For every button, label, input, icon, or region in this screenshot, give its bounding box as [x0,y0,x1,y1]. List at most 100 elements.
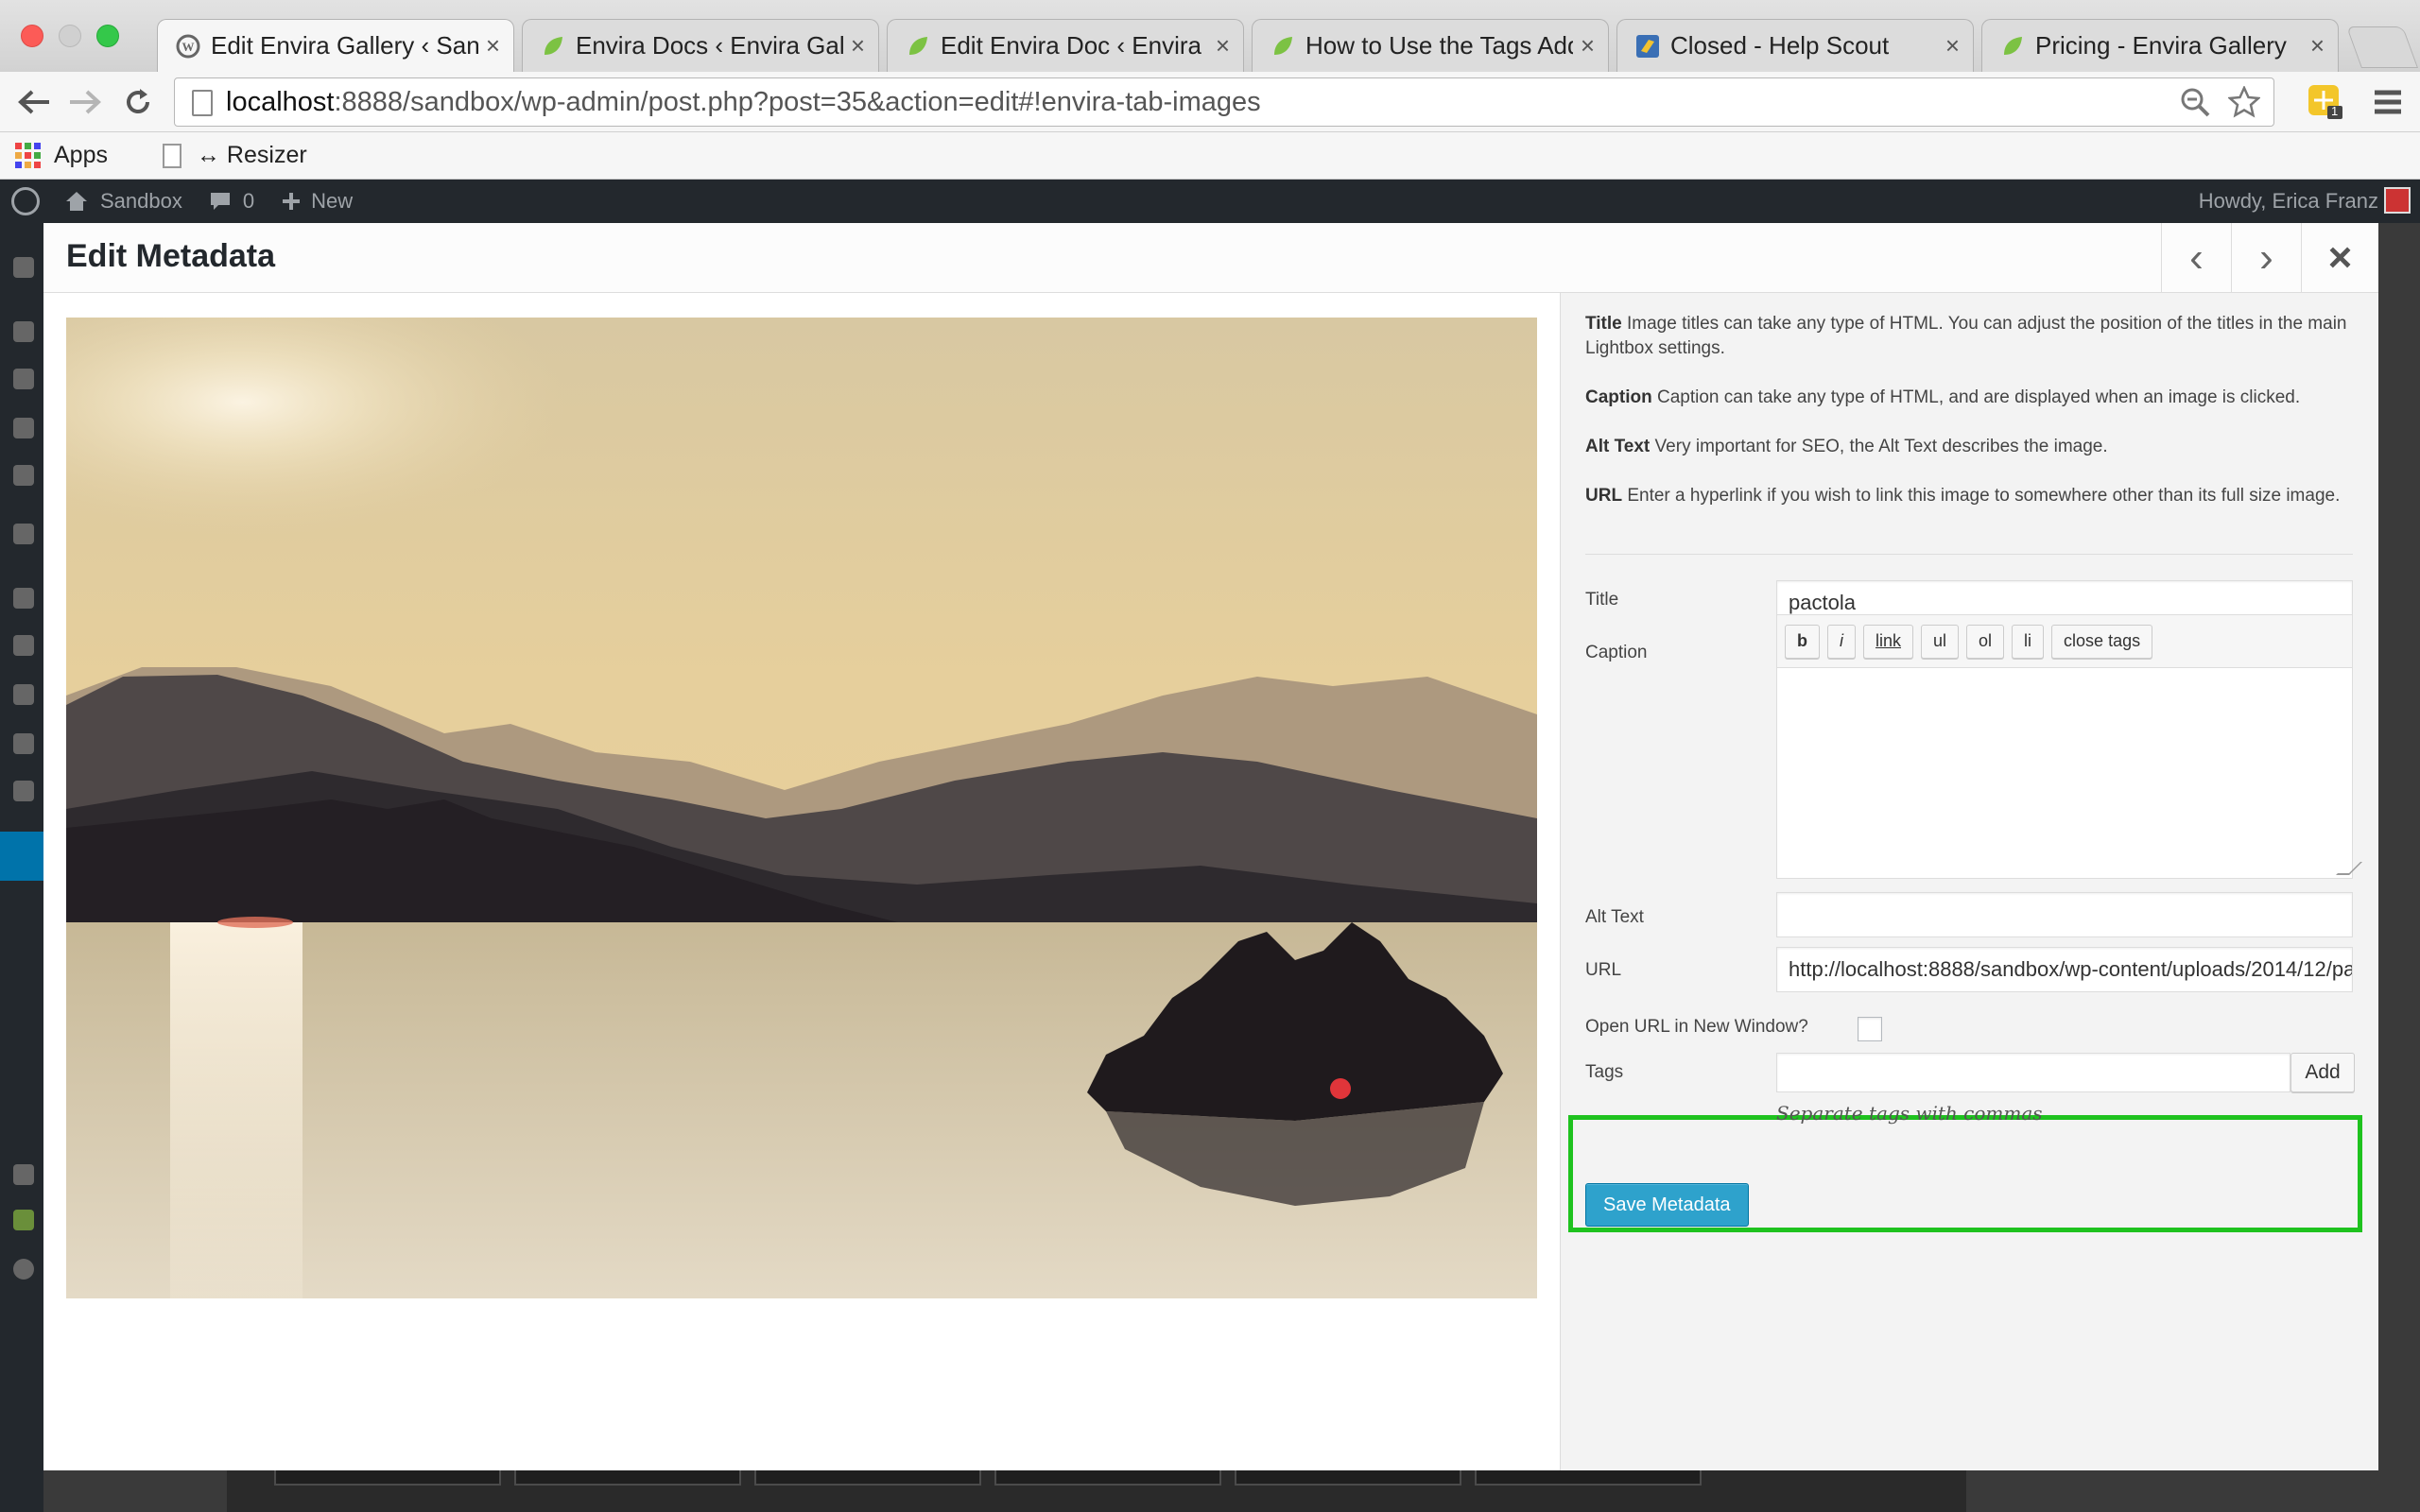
bookmarks-bar: Apps ↔ Resizer [0,132,2420,180]
tags-input[interactable] [1776,1053,2290,1092]
home-icon [66,192,87,211]
users-icon[interactable] [13,684,34,705]
browser-tab[interactable]: How to Use the Tags Addo × [1252,19,1609,72]
bookmark-star-icon[interactable] [2226,84,2262,126]
quicktag-ol-button[interactable]: ol [1966,624,2005,659]
tab-close-icon[interactable]: × [1945,31,1960,60]
lake-sunset-photo [66,318,1537,1298]
browser-tab[interactable]: Pricing - Envira Gallery × [1981,19,2339,72]
extension-icon[interactable]: 1 [2307,83,2344,121]
browser-tab[interactable]: W Edit Envira Gallery ‹ Sandb × [157,19,514,72]
pages-icon[interactable] [13,418,34,438]
quicktag-link-button[interactable]: link [1863,624,1914,659]
window-minimize-button[interactable] [59,25,81,47]
page-icon [192,90,213,116]
previous-image-button[interactable]: ‹ [2161,223,2231,293]
caption-textarea[interactable] [1776,667,2362,879]
close-modal-button[interactable]: × [2301,223,2378,293]
tab-close-icon[interactable]: × [2310,31,2325,60]
tags-label: Tags [1585,1062,1624,1082]
new-window-checkbox[interactable] [1858,1017,1882,1041]
bookmark-resizer[interactable]: ↔ Resizer [197,142,307,169]
admin-bar-site[interactable]: Sandbox [64,189,182,214]
add-tag-button[interactable]: Add [2290,1053,2355,1092]
bookmark-apps[interactable]: Apps [54,142,108,169]
plugins-icon[interactable] [13,635,34,656]
posts-pin-icon[interactable] [13,321,34,342]
quicktag-ul-button[interactable]: ul [1921,624,1960,659]
help-alt-text: Alt Text Very important for SEO, the Alt… [1585,437,2108,456]
menu-hamburger-icon[interactable] [2371,85,2405,119]
new-label: New [311,189,354,213]
extension-badge: 1 [2331,104,2339,118]
browser-tab[interactable]: Closed - Help Scout × [1616,19,1974,72]
comment-icon [210,193,230,210]
modal-title: Edit Metadata [66,238,276,274]
search-icon[interactable] [2179,86,2211,126]
title-label: Title [1585,590,1619,610]
media-icon[interactable] [13,369,34,389]
edit-metadata-modal: Edit Metadata ‹ › × Title Image titles c… [43,223,2378,1470]
metadata-settings-panel: Title Image titles can take any type of … [1560,293,2378,1470]
tab-close-icon[interactable]: × [851,31,865,60]
new-tab-button[interactable] [2345,26,2419,68]
wp-admin-sidebar [0,223,43,1512]
collapse-icon[interactable] [13,1164,34,1185]
tags-hint: Separate tags with commas [1776,1102,2043,1125]
envira-leaf-favicon-icon [905,33,931,60]
comments-count: 0 [242,189,255,213]
admin-bar-new[interactable]: New [281,189,353,214]
avatar[interactable] [2384,187,2411,214]
chevron-left-icon: ‹ [2189,234,2204,281]
tab-label: Closed - Help Scout [1670,31,1890,60]
help-text: Title Image titles can take any type of … [1585,312,2360,533]
site-name: Sandbox [100,189,182,213]
tab-label: How to Use the Tags Addo [1305,31,1573,60]
browser-tab[interactable]: Envira Docs ‹ Envira Galler × [522,19,879,72]
dashboard-icon[interactable] [13,257,34,278]
envira-leaf-favicon-icon [540,33,566,60]
comments-icon[interactable] [13,465,34,486]
alt-text-input[interactable] [1776,892,2353,937]
quicktag-italic-button[interactable]: i [1827,624,1856,659]
forward-arrow-icon[interactable] [64,81,106,123]
page-icon [162,143,182,168]
collapse-menu-icon[interactable] [13,1259,34,1280]
wordpress-logo-icon[interactable] [11,187,40,215]
resize-grip-icon[interactable] [2336,862,2362,875]
url-host: localhost [226,86,335,117]
caption-label: Caption [1585,643,1648,662]
tools-icon[interactable] [13,733,34,754]
plugin-mascot-icon[interactable] [13,1210,34,1230]
quicktag-close-tags-button[interactable]: close tags [2051,624,2153,659]
address-bar[interactable]: localhost:8888/sandbox/wp-admin/post.php… [174,77,2274,127]
window-close-button[interactable] [21,25,43,47]
wp-admin-bar: Sandbox 0 New Howdy, Erica Franz [0,180,2420,223]
new-window-label: Open URL in New Window? [1585,1017,1808,1037]
admin-bar-comments[interactable]: 0 [209,189,254,214]
browser-tab[interactable]: Edit Envira Doc ‹ Envira Ga × [887,19,1244,72]
quicktag-li-button[interactable]: li [2012,624,2045,659]
gallery-icon[interactable] [13,524,34,544]
image-preview [66,318,1537,1298]
help-caption: Caption Caption can take any type of HTM… [1585,387,2301,407]
back-arrow-icon[interactable] [13,81,55,123]
appearance-icon[interactable] [13,588,34,609]
url-label: URL [1585,960,1622,980]
save-metadata-button[interactable]: Save Metadata [1585,1183,1749,1227]
tab-close-icon[interactable]: × [1216,31,1230,60]
settings-icon[interactable] [13,781,34,801]
quicktag-bold-button[interactable]: b [1785,624,1820,659]
tab-close-icon[interactable]: × [1581,31,1595,60]
browser-toolbar: localhost:8888/sandbox/wp-admin/post.php… [0,72,2420,132]
tab-close-icon[interactable]: × [486,31,500,60]
howdy-user[interactable]: Howdy, Erica Franz [2199,189,2378,214]
next-image-button[interactable]: › [2231,223,2301,293]
tab-label: Edit Envira Gallery ‹ Sandb [211,31,478,60]
modal-header: Edit Metadata ‹ › × [43,223,2378,293]
url-input[interactable]: http://localhost:8888/sandbox/wp-content… [1776,947,2353,992]
window-zoom-button[interactable] [96,25,119,47]
tab-label: Edit Envira Doc ‹ Envira Ga [941,31,1208,60]
reload-icon[interactable] [117,81,159,123]
envira-menu-active[interactable] [0,832,43,881]
